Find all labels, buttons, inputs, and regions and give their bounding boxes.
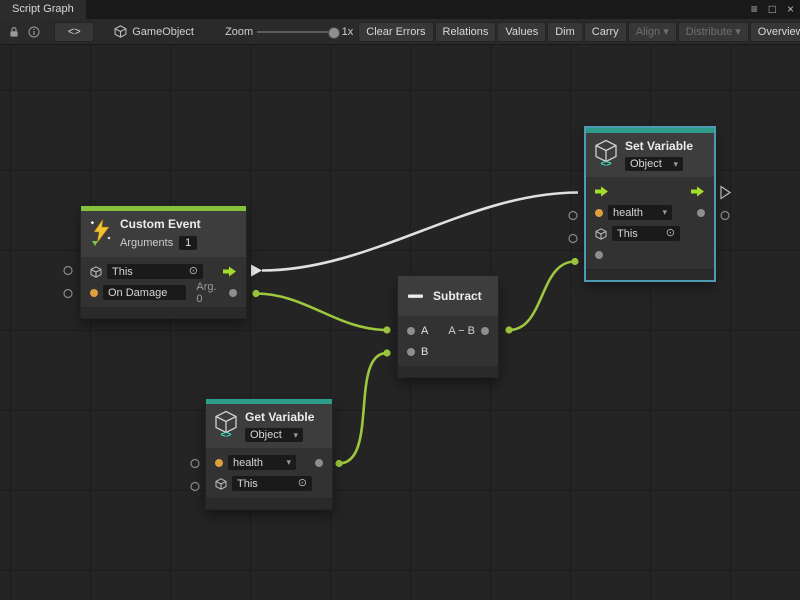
flow-in-arrow-icon[interactable] (595, 186, 609, 197)
menu-icon[interactable]: ≡ (751, 0, 758, 19)
lock-button[interactable] (4, 23, 24, 41)
node-header: Subtract (398, 276, 498, 316)
variable-cube-icon: <> (214, 409, 238, 439)
variable-name-row: health ▾ (206, 452, 332, 473)
gameobject-cube-icon (114, 25, 127, 38)
tab-title: Script Graph (12, 3, 74, 15)
zoom-slider-handle[interactable] (328, 27, 340, 39)
zoom-value: 1x (342, 26, 354, 38)
cube-icon (215, 478, 227, 490)
node-subtract[interactable]: Subtract A A − B B (397, 275, 499, 378)
zoom-slider[interactable] (257, 31, 337, 33)
target-picker-icon[interactable]: ⊙ (189, 266, 198, 277)
node-header: <> Set Variable Object ▾ (586, 133, 714, 177)
target-picker-icon[interactable]: ⊙ (298, 478, 307, 489)
variable-kind-dropdown[interactable]: Object ▾ (625, 157, 683, 171)
node-title: Get Variable (245, 409, 314, 425)
input-a-label: A (421, 325, 428, 337)
flow-out-arrow-icon[interactable] (691, 186, 705, 197)
flow-out-arrow-icon[interactable] (223, 266, 237, 277)
toolbar-button-carry[interactable]: Carry (584, 22, 627, 42)
minus-icon (406, 286, 426, 306)
chevron-down-icon: ▾ (293, 431, 298, 440)
node-title: Set Variable (625, 138, 693, 154)
info-icon (28, 26, 40, 38)
toolbar-button-relations[interactable]: Relations (435, 22, 497, 42)
input-a-port[interactable] (407, 327, 415, 335)
variable-cube-icon: <> (594, 138, 618, 168)
input-b-label: B (421, 346, 428, 358)
node-footer (81, 307, 246, 318)
window-controls: ≡ □ × (751, 0, 794, 19)
node-get-variable[interactable]: <> Get Variable Object ▾ health ▾ (205, 398, 333, 510)
chevron-down-icon: ▾ (673, 160, 678, 169)
target-object-field[interactable]: This ⊙ (232, 476, 312, 491)
arguments-input[interactable]: 1 (179, 236, 197, 250)
node-footer (398, 366, 498, 377)
lightning-icon (89, 216, 113, 248)
event-name-row: On Damage Arg. 0 (81, 282, 246, 303)
cube-icon (90, 266, 102, 278)
target-row: This ⊙ (586, 223, 714, 244)
name-port[interactable] (595, 209, 603, 217)
cube-icon (595, 228, 607, 240)
node-set-variable[interactable]: <> Set Variable Object ▾ health ▾ (585, 127, 715, 281)
toolbar-button-values[interactable]: Values (497, 22, 546, 42)
unity-script-graph-window: { "window": { "tab_title": "Script Graph… (0, 0, 800, 600)
graph-toolbar: <> GameObject Zoom 1x Clear Errors Relat… (0, 19, 800, 45)
tab-script-graph[interactable]: Script Graph (0, 0, 86, 19)
flow-row (586, 181, 714, 202)
name-port[interactable] (215, 459, 223, 467)
node-header: Custom Event Arguments 1 (81, 211, 246, 257)
target-picker-icon[interactable]: ⊙ (666, 228, 675, 239)
toolbar-button-distribute[interactable]: Distribute ▾ (678, 22, 749, 42)
variable-name-dropdown[interactable]: health ▾ (608, 205, 672, 220)
arguments-label: Arguments (120, 237, 173, 249)
node-title: Custom Event (120, 216, 201, 232)
target-row: This ⊙ (81, 261, 246, 282)
variable-kind-dropdown[interactable]: Object ▾ (245, 428, 303, 442)
output-label: A − B (448, 325, 475, 337)
close-icon[interactable]: × (787, 0, 794, 19)
edit-code-button[interactable]: <> (54, 22, 94, 42)
value-in-port[interactable] (595, 251, 603, 259)
toolbar-button-align[interactable]: Align ▾ (628, 22, 677, 42)
svg-text:<>: <> (220, 430, 232, 439)
code-icon: <> (68, 26, 81, 38)
zoom-label: Zoom (225, 26, 253, 38)
target-object-field[interactable]: This ⊙ (107, 264, 203, 279)
output-port[interactable] (481, 327, 489, 335)
chevron-down-icon: ▾ (286, 458, 291, 467)
name-port[interactable] (90, 289, 98, 297)
value-out-port[interactable] (315, 459, 323, 467)
node-header: <> Get Variable Object ▾ (206, 404, 332, 448)
arg0-port[interactable] (229, 289, 237, 297)
variable-name-row: health ▾ (586, 202, 714, 223)
arg0-label: Arg. 0 (196, 281, 224, 305)
subtract-row-a: A A − B (398, 320, 498, 341)
svg-text:<>: <> (600, 159, 612, 168)
node-custom-event[interactable]: Custom Event Arguments 1 This ⊙ On Dama (80, 205, 247, 319)
subtract-row-b: B (398, 341, 498, 362)
variable-name-dropdown[interactable]: health ▾ (228, 455, 296, 470)
chevron-down-icon: ▾ (662, 208, 667, 217)
info-button[interactable] (24, 23, 44, 41)
value-in-row (586, 244, 714, 265)
input-b-port[interactable] (407, 348, 415, 356)
gameobject-label[interactable]: GameObject (132, 26, 194, 38)
target-row: This ⊙ (206, 473, 332, 494)
lock-icon (8, 26, 20, 38)
tab-bar: Script Graph ≡ □ × (0, 0, 800, 19)
node-footer (586, 269, 714, 280)
toolbar-button-dim[interactable]: Dim (547, 22, 583, 42)
toolbar-button-clear-errors[interactable]: Clear Errors (358, 22, 433, 42)
value-out-port[interactable] (697, 209, 705, 217)
event-name-field[interactable]: On Damage (103, 285, 186, 300)
node-footer (206, 498, 332, 509)
node-title: Subtract (433, 288, 482, 304)
target-object-field[interactable]: This ⊙ (612, 226, 680, 241)
maximize-icon[interactable]: □ (769, 0, 776, 19)
toolbar-button-overview[interactable]: Overview (750, 22, 800, 42)
